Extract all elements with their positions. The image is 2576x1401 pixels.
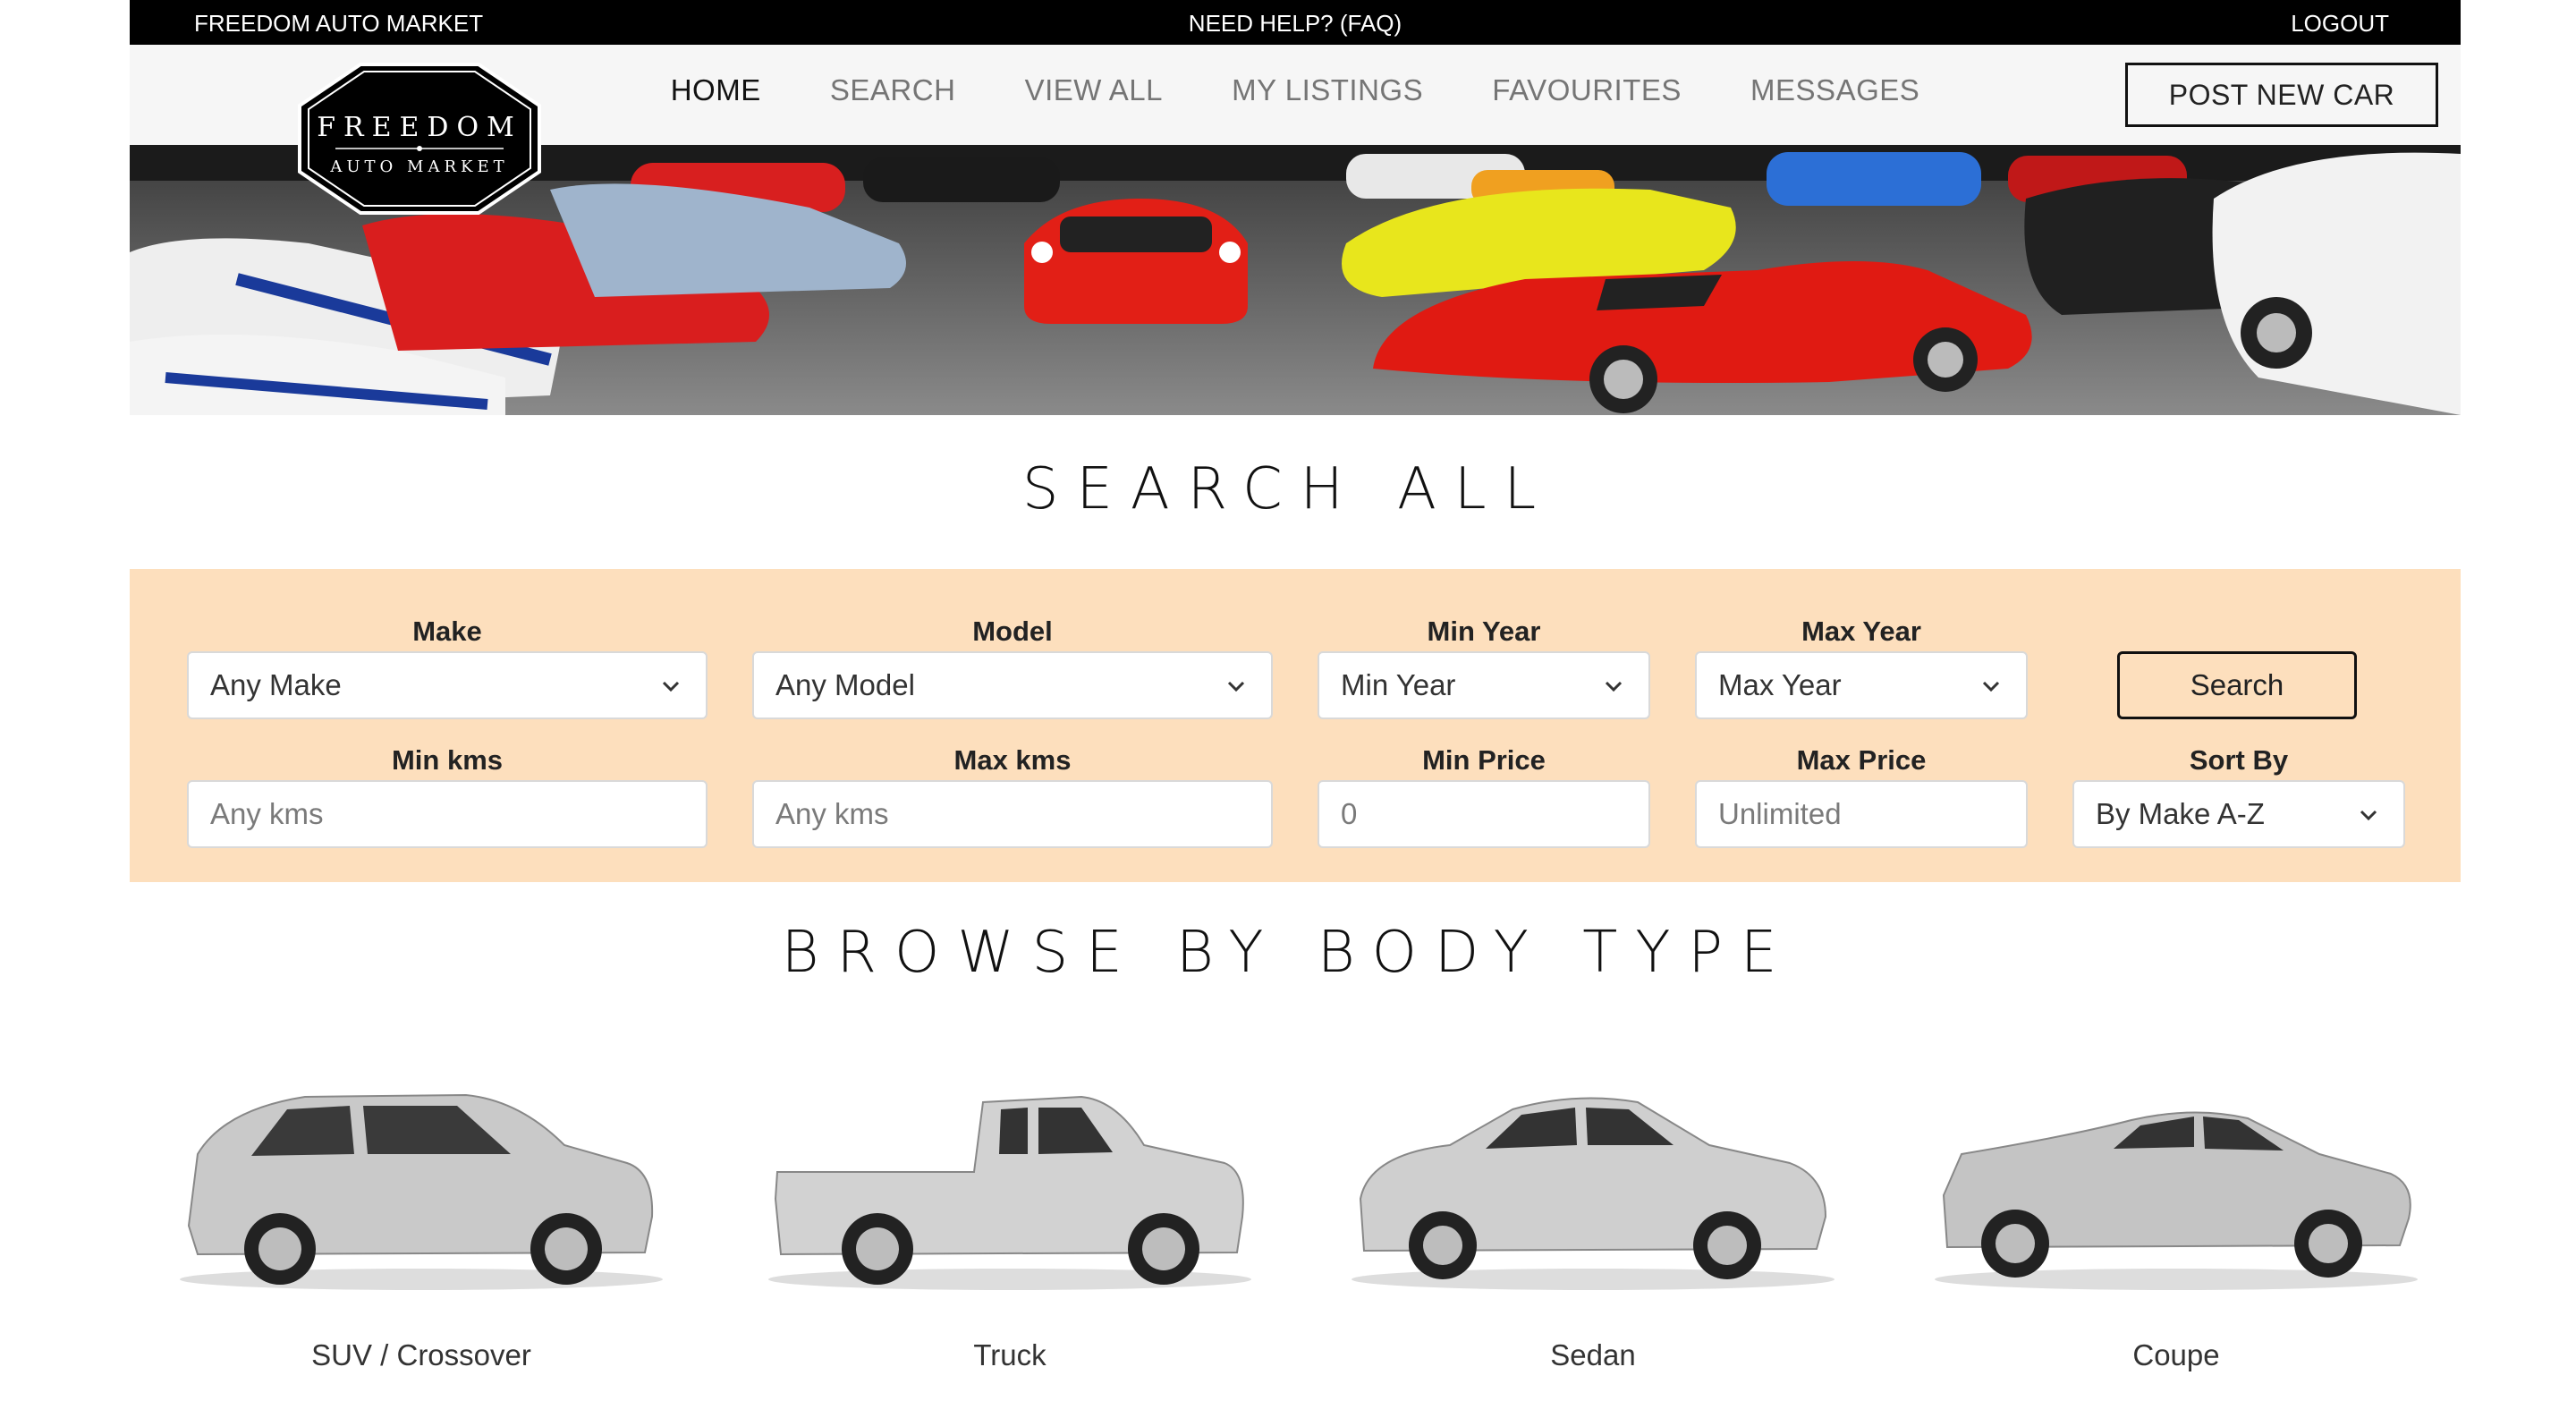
logo-line1: FREEDOM: [317, 112, 522, 143]
sort-value: By Make A-Z: [2096, 797, 2265, 830]
make-field: Make Any Make: [187, 616, 708, 719]
max-kms-label: Max kms: [953, 744, 1072, 776]
make-label: Make: [412, 616, 482, 647]
sort-select[interactable]: By Make A-Z: [2072, 780, 2405, 848]
min-price-label: Min Price: [1422, 744, 1546, 776]
top-bar: FREEDOM AUTO MARKET NEED HELP? (FAQ) LOG…: [130, 0, 2461, 45]
max-year-field: Max Year Max Year: [1695, 616, 2028, 719]
make-select[interactable]: Any Make: [187, 651, 708, 719]
suv-image: [180, 1093, 663, 1290]
search-panel: Make Any Make Model Any Model Min Year M…: [130, 569, 2461, 882]
body-type-coupe-label: Coupe: [2132, 1338, 2220, 1371]
make-value: Any Make: [210, 668, 342, 701]
body-type-sedan[interactable]: Sedan: [1343, 1020, 1843, 1401]
max-price-input[interactable]: Unlimited: [1695, 780, 2028, 848]
logo-line2: AUTO MARKET: [329, 157, 508, 176]
chevron-down-icon: [2360, 810, 2377, 821]
model-field: Model Any Model: [752, 616, 1273, 719]
search-button[interactable]: Search: [2117, 651, 2357, 719]
max-price-field: Max Price Unlimited: [1695, 744, 2028, 848]
nav-view-all[interactable]: VIEW ALL: [1025, 73, 1163, 107]
nav-favourites[interactable]: FAVOURITES: [1492, 73, 1682, 107]
max-year-select[interactable]: Max Year: [1695, 651, 2028, 719]
model-label: Model: [972, 616, 1053, 647]
min-year-label: Min Year: [1427, 616, 1541, 647]
browse-by-body-type-heading: BROWSE BY BODY TYPE: [781, 920, 1795, 986]
nav-search[interactable]: SEARCH: [830, 73, 956, 107]
sort-field: Sort By By Make A-Z: [2072, 744, 2405, 848]
model-value: Any Model: [775, 668, 915, 701]
body-type-suv-label: SUV / Crossover: [311, 1338, 531, 1371]
chevron-down-icon: [1982, 681, 2000, 692]
min-kms-label: Min kms: [391, 744, 504, 776]
chevron-down-icon: [1227, 681, 1245, 692]
min-price-input[interactable]: 0: [1318, 780, 1650, 848]
max-price-label: Max Price: [1796, 744, 1927, 776]
min-kms-field: Min kms Any kms: [187, 744, 708, 848]
body-type-sedan-label: Sedan: [1550, 1338, 1636, 1371]
logout-link[interactable]: LOGOUT: [2291, 10, 2389, 38]
model-select[interactable]: Any Model: [752, 651, 1273, 719]
nav-home[interactable]: HOME: [671, 73, 761, 107]
max-year-label: Max Year: [1801, 616, 1921, 647]
nav-messages[interactable]: MESSAGES: [1750, 73, 1919, 107]
chevron-down-icon: [1605, 681, 1623, 692]
body-type-coupe[interactable]: Coupe: [1926, 1020, 2427, 1401]
help-faq-link[interactable]: NEED HELP? (FAQ): [130, 10, 2461, 38]
sedan-image: [1352, 1097, 1835, 1290]
sort-label: Sort By: [2189, 744, 2289, 776]
max-year-value: Max Year: [1718, 668, 1842, 701]
min-year-select[interactable]: Min Year: [1318, 651, 1650, 719]
body-type-list: SUV / Crossover Truck Sedan Coupe: [130, 1020, 2461, 1401]
body-type-truck[interactable]: Truck: [759, 1020, 1260, 1401]
max-kms-input[interactable]: Any kms: [752, 780, 1273, 848]
truck-image: [768, 1095, 1251, 1290]
min-price-field: Min Price 0: [1318, 744, 1650, 848]
min-year-value: Min Year: [1341, 668, 1456, 701]
min-year-field: Min Year Min Year: [1318, 616, 1650, 719]
nav-my-listings[interactable]: MY LISTINGS: [1232, 73, 1423, 107]
site-logo[interactable]: FREEDOM AUTO MARKET: [296, 61, 543, 217]
chevron-down-icon: [662, 681, 680, 692]
post-new-car-button[interactable]: POST NEW CAR: [2125, 63, 2438, 127]
body-type-truck-label: Truck: [973, 1338, 1046, 1371]
min-kms-input[interactable]: Any kms: [187, 780, 708, 848]
coupe-image: [1935, 1111, 2418, 1290]
max-kms-field: Max kms Any kms: [752, 744, 1273, 848]
body-type-suv[interactable]: SUV / Crossover: [171, 1020, 672, 1401]
search-all-heading: SEARCH ALL: [1021, 456, 1555, 522]
